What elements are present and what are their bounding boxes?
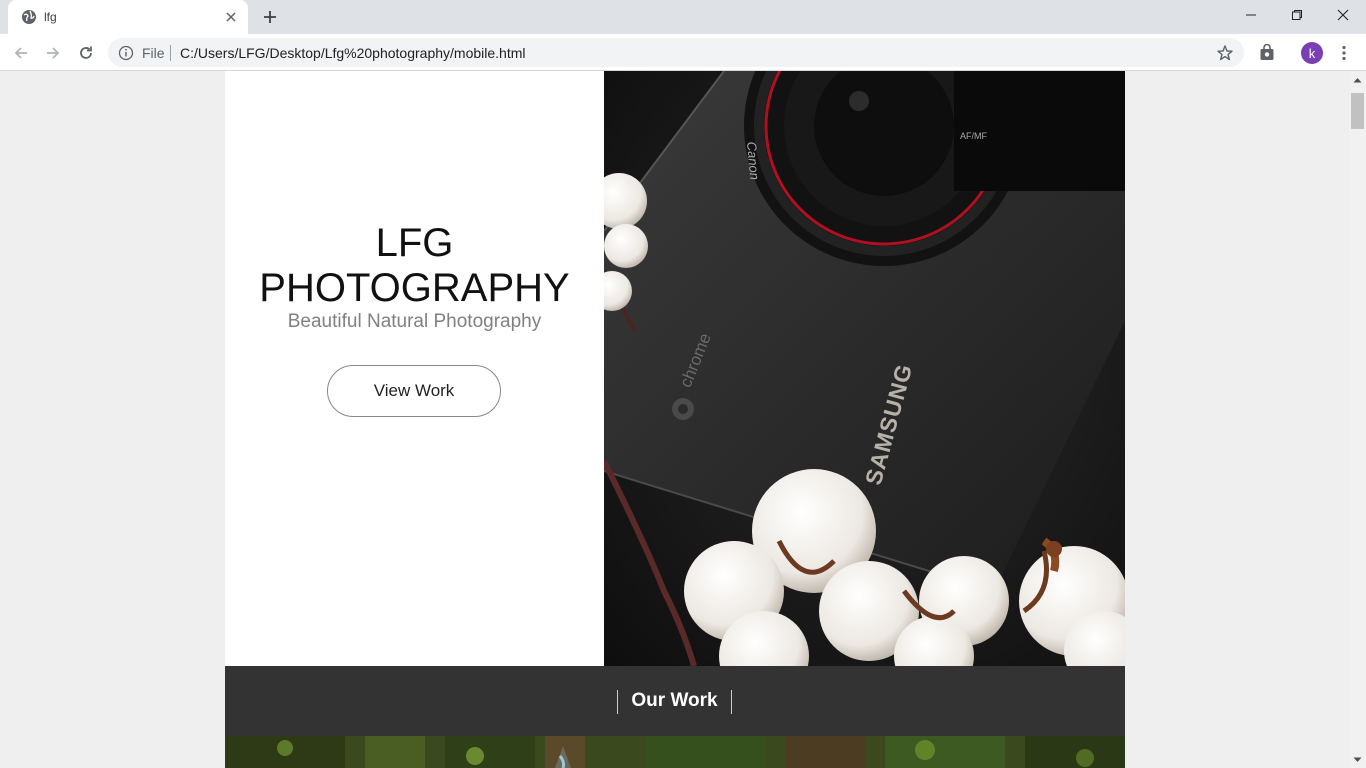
- restore-icon[interactable]: [1274, 0, 1320, 30]
- globe-icon: [21, 9, 37, 25]
- page-viewport: LFG PHOTOGRAPHY Beautiful Natural Photog…: [0, 71, 1366, 768]
- omnibox-divider: [170, 45, 171, 61]
- our-work-header: Our Work: [225, 666, 1125, 736]
- scrollbar-thumb[interactable]: [1351, 93, 1364, 129]
- minimize-icon[interactable]: [1228, 0, 1274, 30]
- tab-title: lfg: [44, 10, 57, 24]
- reload-icon[interactable]: [75, 42, 97, 64]
- plus-icon[interactable]: [260, 7, 280, 27]
- hero-photo: Canon AF/MF chrome SAMSUNG: [604, 71, 1125, 666]
- browser-tab[interactable]: lfg: [8, 0, 248, 34]
- forest-photo: [225, 736, 1125, 768]
- url-scheme-label: File: [142, 45, 165, 61]
- brand-line-1: LFG: [375, 221, 454, 265]
- back-icon[interactable]: [10, 42, 32, 64]
- menu-icon[interactable]: [1333, 42, 1355, 64]
- site-tagline: Beautiful Natural Photography: [287, 311, 542, 332]
- profile-avatar[interactable]: k: [1301, 42, 1323, 64]
- close-icon[interactable]: [222, 8, 240, 26]
- brand-line-2: PHOTOGRAPHY: [259, 266, 570, 310]
- scroll-down-arrow-icon[interactable]: [1349, 751, 1366, 768]
- address-bar[interactable]: File C:/Users/LFG/Desktop/Lfg%20photogra…: [108, 38, 1244, 67]
- photo-text-lens: AF/MF: [960, 131, 987, 141]
- vertical-scrollbar[interactable]: [1349, 71, 1366, 768]
- tab-strip: lfg: [0, 0, 1366, 34]
- view-work-button[interactable]: View Work: [327, 365, 501, 417]
- our-work-title: Our Work: [617, 690, 732, 714]
- star-icon[interactable]: [1216, 44, 1234, 62]
- browser-toolbar: File C:/Users/LFG/Desktop/Lfg%20photogra…: [0, 34, 1366, 71]
- forest-photo-illustration: [225, 736, 1125, 768]
- site-page: LFG PHOTOGRAPHY Beautiful Natural Photog…: [225, 71, 1125, 768]
- site-brand: LFG PHOTOGRAPHY: [225, 221, 604, 311]
- window-close-icon[interactable]: [1320, 0, 1366, 30]
- url-text[interactable]: C:/Users/LFG/Desktop/Lfg%20photography/m…: [180, 45, 526, 61]
- forward-icon[interactable]: [42, 42, 64, 64]
- photo-text-camera: Canon: [744, 141, 763, 181]
- info-icon[interactable]: [118, 45, 134, 61]
- scroll-up-arrow-icon[interactable]: [1349, 71, 1366, 88]
- extension-icon[interactable]: [1256, 42, 1278, 64]
- hero-text-panel: LFG PHOTOGRAPHY Beautiful Natural Photog…: [225, 71, 604, 666]
